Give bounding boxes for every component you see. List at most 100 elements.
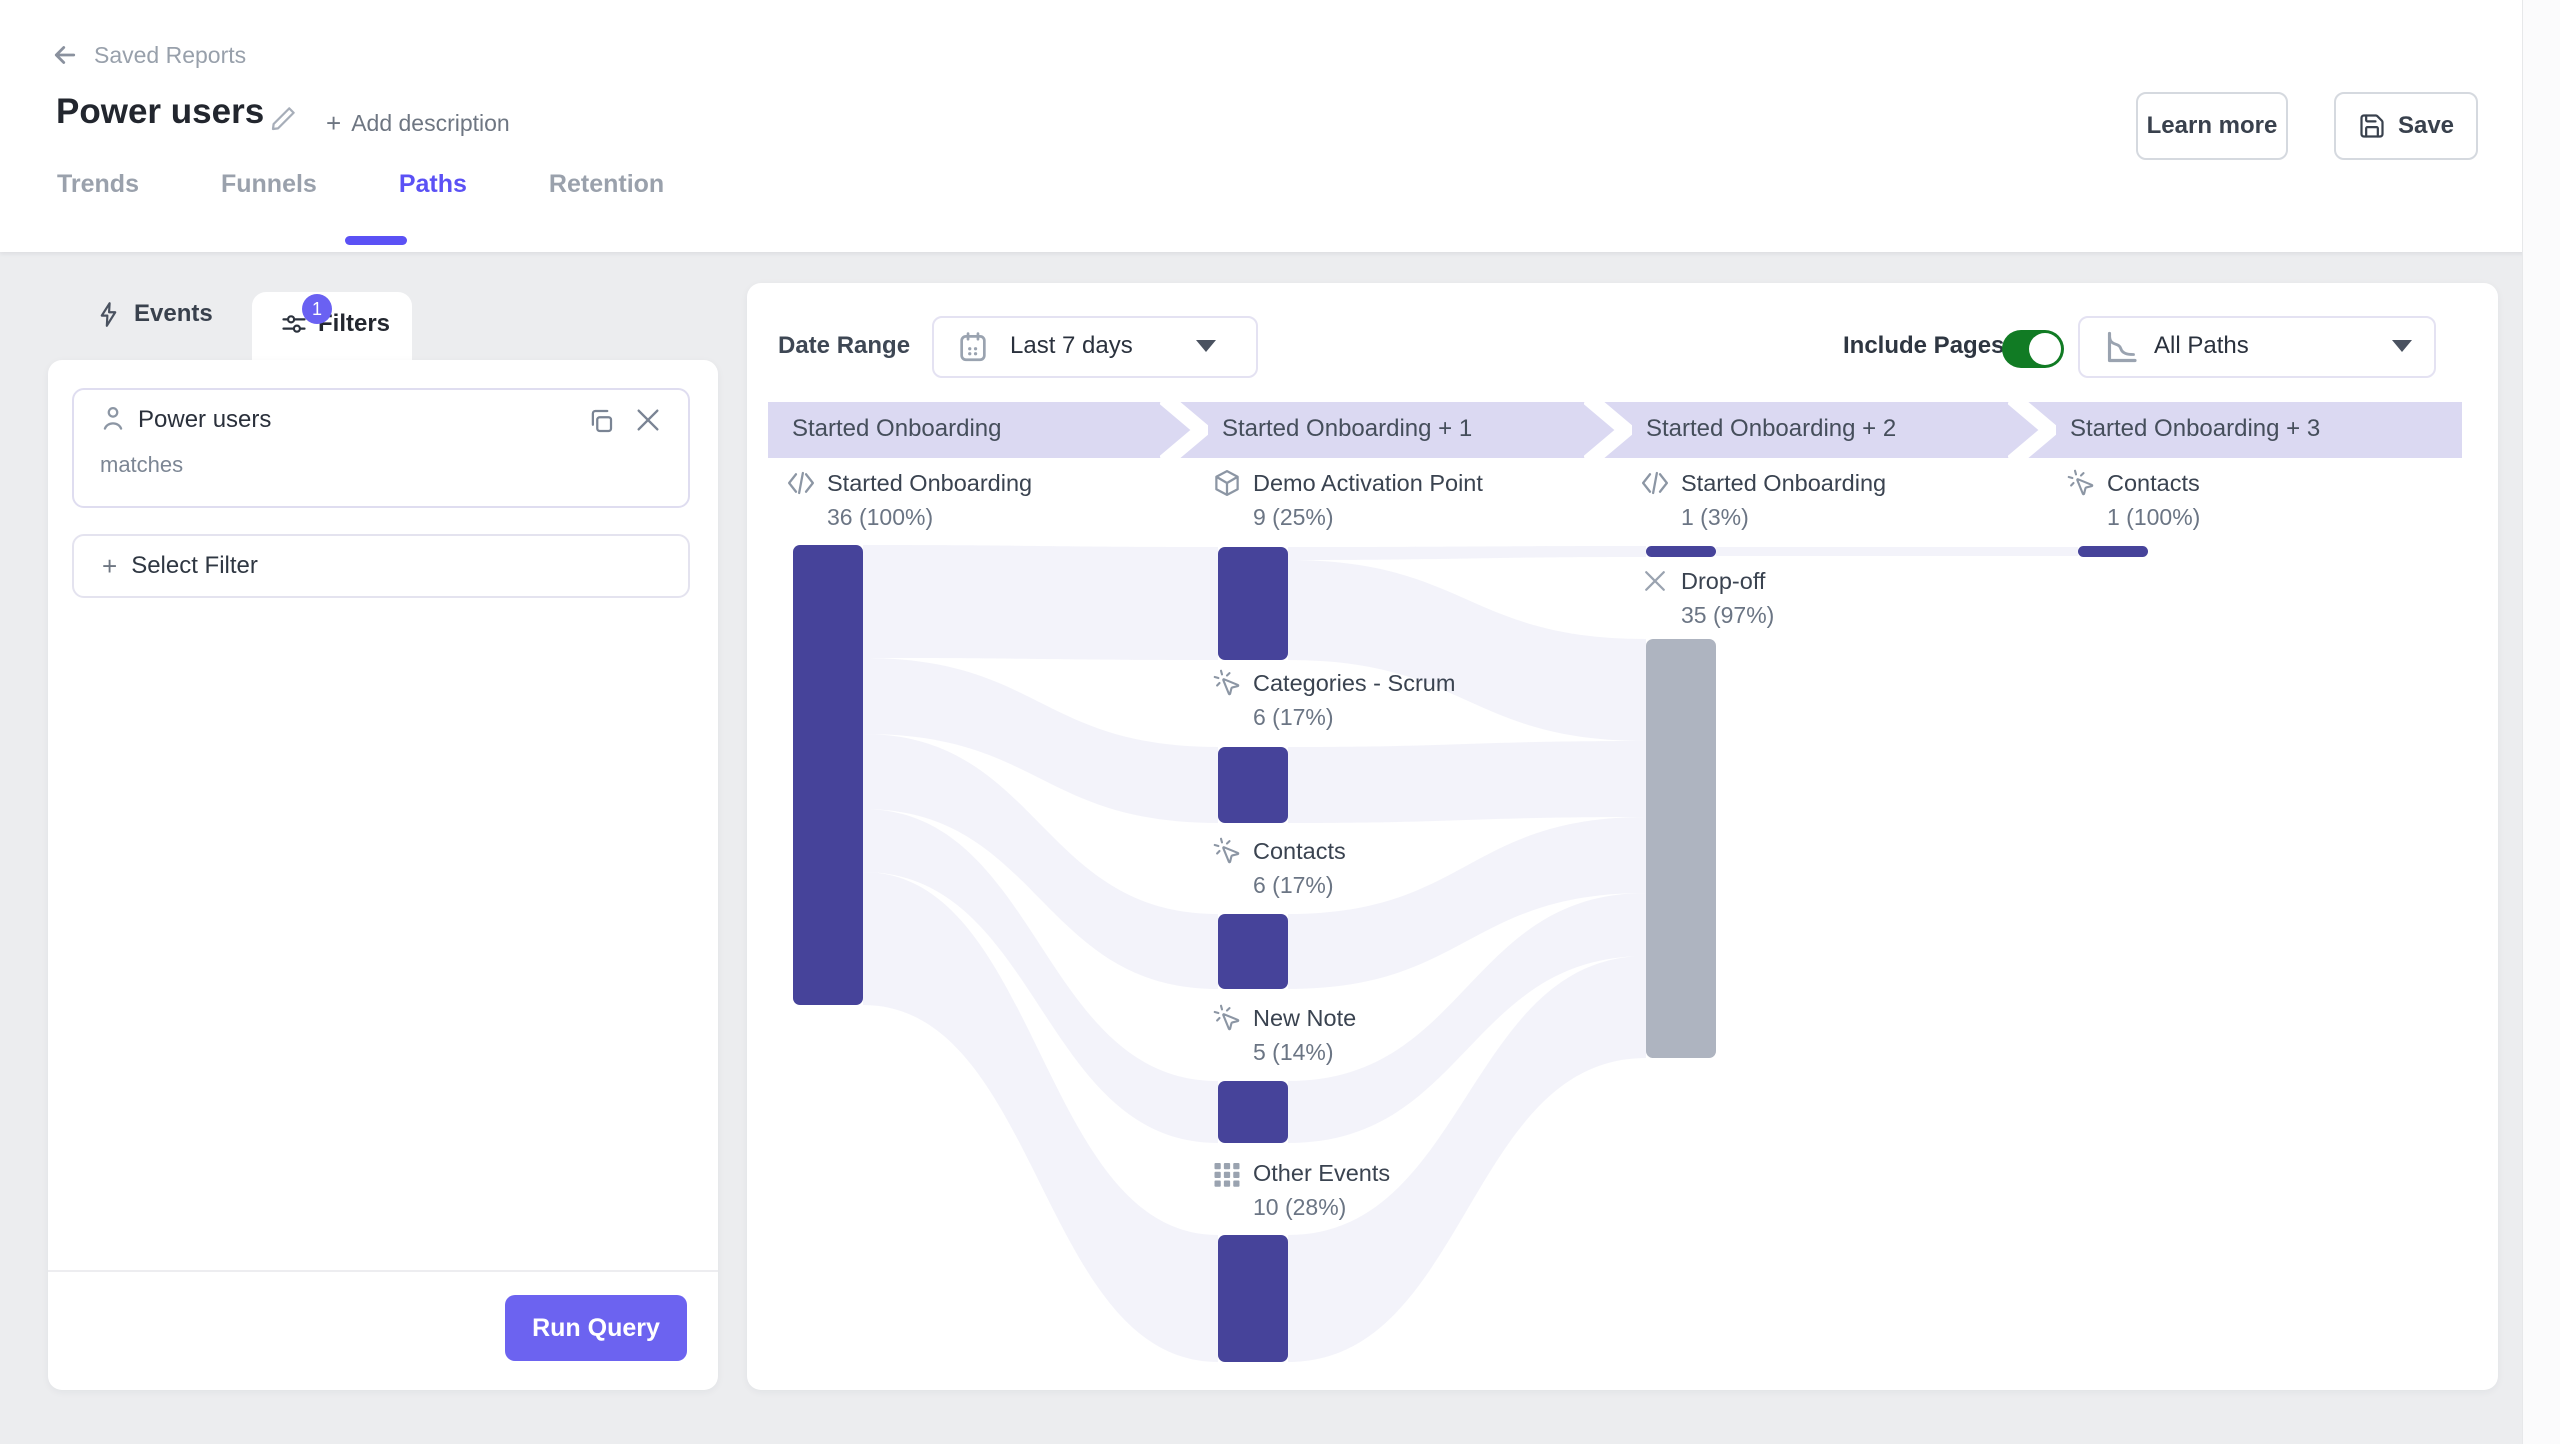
tab-trends[interactable]: Trends <box>57 170 139 199</box>
sankey-link <box>1288 546 1646 560</box>
sankey-node-started-onboarding-3[interactable] <box>1646 546 1716 557</box>
plus-icon: + <box>102 555 117 578</box>
code-icon <box>786 468 816 498</box>
add-description-button[interactable]: + Add description <box>326 110 510 137</box>
run-query-label: Run Query <box>532 1314 660 1343</box>
grid-icon <box>1212 1158 1242 1188</box>
column-header-1: Started Onboarding <box>792 415 1001 443</box>
tab-paths[interactable]: Paths <box>399 170 467 199</box>
node-name: Started Onboarding <box>1681 470 1886 497</box>
back-to-saved-reports[interactable]: Saved Reports <box>50 40 246 70</box>
save-label: Save <box>2398 112 2454 140</box>
sankey-links <box>863 545 2078 1362</box>
active-tab-underline <box>345 236 407 245</box>
caret-down-icon <box>1196 340 1216 352</box>
node-name: Demo Activation Point <box>1253 470 1483 497</box>
app-header: Saved Reports Power users + Add descript… <box>0 0 2560 252</box>
tab-events-label: Events <box>134 300 213 328</box>
node-name: Contacts <box>1253 838 1346 865</box>
filter-cohort-name: Power users <box>138 406 271 434</box>
node-count: 6 (17%) <box>1253 872 1346 899</box>
tab-retention[interactable]: Retention <box>549 170 664 199</box>
click-icon <box>1212 668 1242 698</box>
include-pages-toggle[interactable] <box>2002 330 2064 368</box>
select-filter-button[interactable]: + Select Filter <box>72 534 690 598</box>
column-header-3: Started Onboarding + 2 <box>1646 415 1896 443</box>
column-header-4: Started Onboarding + 3 <box>2070 415 2320 443</box>
tab-funnels[interactable]: Funnels <box>221 170 317 199</box>
node-label-categories-scrum[interactable]: Categories - Scrum 6 (17%) <box>1212 668 1455 731</box>
chevron-separator-icon <box>1584 402 1632 458</box>
node-label-started-onboarding-1[interactable]: Started Onboarding 36 (100%) <box>786 468 1032 531</box>
select-filter-label: Select Filter <box>131 552 258 580</box>
cube-icon <box>1212 468 1242 498</box>
click-icon <box>1212 1003 1242 1033</box>
copy-icon[interactable] <box>586 406 616 436</box>
date-range-value: Last 7 days <box>1010 332 1133 360</box>
save-icon <box>2358 112 2386 140</box>
edit-title-button[interactable] <box>268 104 298 134</box>
chevron-separator-icon <box>2008 402 2056 458</box>
save-button[interactable]: Save <box>2334 92 2478 160</box>
tab-filters[interactable]: Filters 1 <box>252 292 412 362</box>
click-icon <box>2066 468 2096 498</box>
node-count: 6 (17%) <box>1253 704 1455 731</box>
add-description-label: Add description <box>351 110 510 137</box>
node-label-contacts-4[interactable]: Contacts 1 (100%) <box>2066 468 2200 531</box>
paths-filter-value: All Paths <box>2154 332 2249 360</box>
sankey-node-new-note[interactable] <box>1218 1081 1288 1143</box>
node-name: Started Onboarding <box>827 470 1032 497</box>
pencil-icon <box>268 104 298 134</box>
node-count: 35 (97%) <box>1681 602 1774 629</box>
sankey-link <box>1716 547 2078 556</box>
column-header-2: Started Onboarding + 1 <box>1222 415 1472 443</box>
back-arrow-icon <box>50 40 80 70</box>
person-icon <box>98 402 128 434</box>
node-name: Other Events <box>1253 1160 1390 1187</box>
click-icon <box>1212 836 1242 866</box>
page-scrollbar-track[interactable] <box>2522 0 2560 1444</box>
query-builder-panel <box>48 360 718 1390</box>
sankey-node-started-onboarding-1[interactable] <box>793 545 863 1005</box>
learn-more-button[interactable]: Learn more <box>2136 92 2288 160</box>
node-count: 10 (28%) <box>1253 1194 1390 1221</box>
node-name: Categories - Scrum <box>1253 670 1455 697</box>
node-count: 1 (100%) <box>2107 504 2200 531</box>
filters-count-badge: 1 <box>302 294 332 324</box>
node-label-other-events[interactable]: Other Events 10 (28%) <box>1212 1158 1390 1221</box>
node-name: New Note <box>1253 1005 1356 1032</box>
chevron-separator-icon <box>1160 402 1208 458</box>
node-count: 9 (25%) <box>1253 504 1483 531</box>
sankey-link <box>1288 741 1646 823</box>
sankey-node-contacts-2[interactable] <box>1218 914 1288 989</box>
date-range-label: Date Range <box>778 332 910 360</box>
sankey-node-drop-off[interactable] <box>1646 639 1716 1058</box>
node-label-contacts-2[interactable]: Contacts 6 (17%) <box>1212 836 1346 899</box>
caret-down-icon <box>2392 340 2412 352</box>
run-query-button[interactable]: Run Query <box>505 1295 687 1361</box>
learn-more-label: Learn more <box>2147 112 2278 140</box>
node-count: 5 (14%) <box>1253 1039 1356 1066</box>
tab-events[interactable]: Events <box>95 300 213 328</box>
sankey-node-demo-activation-point[interactable] <box>1218 547 1288 660</box>
paths-chart-icon <box>2102 329 2138 365</box>
sankey-node-contacts-4[interactable] <box>2078 546 2148 557</box>
lightning-icon <box>95 301 122 328</box>
node-name: Drop-off <box>1681 568 1765 595</box>
sankey-node-categories-scrum[interactable] <box>1218 747 1288 823</box>
report-tabs: Trends Funnels Paths Retention <box>57 170 664 199</box>
remove-filter-icon[interactable] <box>632 404 664 436</box>
page-title: Power users <box>56 92 264 132</box>
plus-icon: + <box>326 112 341 135</box>
node-label-started-onboarding-3[interactable]: Started Onboarding 1 (3%) <box>1640 468 1886 531</box>
node-label-demo-activation-point[interactable]: Demo Activation Point 9 (25%) <box>1212 468 1483 531</box>
node-label-new-note[interactable]: New Note 5 (14%) <box>1212 1003 1356 1066</box>
panel-footer-divider <box>48 1270 718 1272</box>
filter-operator[interactable]: matches <box>100 452 183 478</box>
code-icon <box>1640 468 1670 498</box>
node-count: 36 (100%) <box>827 504 1032 531</box>
sankey-node-other-events[interactable] <box>1218 1235 1288 1362</box>
node-label-drop-off[interactable]: Drop-off 35 (97%) <box>1640 566 1774 629</box>
toggle-knob <box>2029 333 2061 365</box>
sankey-link <box>863 545 1218 660</box>
